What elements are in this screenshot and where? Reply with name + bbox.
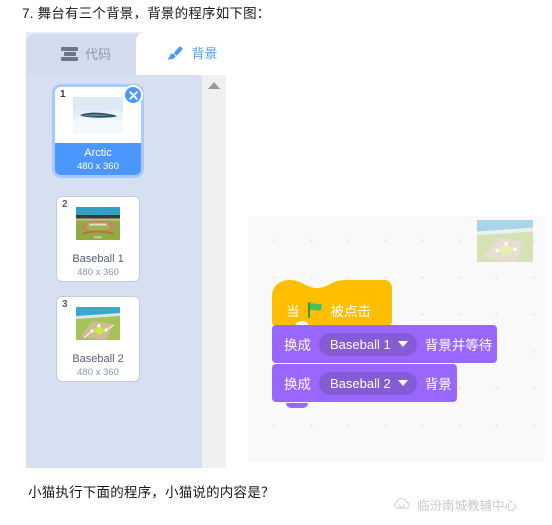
backdrop-list: 1 Arctic 480 x 360 2 Baseball 1 480 x 36… — [26, 74, 202, 468]
brand-watermark-text: 临汾南城教辅中心 — [417, 499, 518, 513]
code-canvas: 当 被点击 换成 Baseball 1 背景并等待 换成 Baseball 2 … — [248, 216, 545, 462]
baseball-2-thumbnail-icon — [76, 306, 120, 340]
tab-code[interactable]: 代码 — [26, 34, 146, 74]
scratch-backdrop-panel: 代码 背景 1 Arctic 480 x 360 2 Baseball 1 48… — [26, 32, 226, 468]
backdrop-item-baseball-1[interactable]: 2 Baseball 1 480 x 360 — [56, 196, 140, 282]
baseball-1-thumbnail-icon — [76, 206, 120, 240]
chevron-down-icon — [397, 380, 408, 386]
blocks-icon — [60, 47, 78, 61]
backdrop-dropdown-baseball-2[interactable]: Baseball 2 — [319, 371, 417, 395]
block-script[interactable]: 当 被点击 换成 Baseball 1 背景并等待 换成 Baseball 2 … — [272, 278, 497, 408]
hat-suffix-label: 被点击 — [330, 304, 372, 319]
backdrop-list-scrollbar[interactable] — [201, 75, 226, 468]
close-icon[interactable] — [123, 85, 143, 105]
chevron-down-icon — [397, 341, 408, 347]
tab-backdrops[interactable]: 背景 — [136, 32, 226, 75]
backdrop-name: Arctic — [84, 147, 112, 159]
brand-watermark: 临汾南城教辅中心 — [393, 495, 517, 514]
hat-block-label: 当 被点击 — [286, 300, 371, 320]
dropdown-value: Baseball 2 — [330, 375, 391, 391]
block-prefix-label: 换成 — [284, 377, 311, 392]
block-suffix-label: 背景 — [424, 377, 452, 392]
backdrop-size: 480 x 360 — [77, 367, 119, 378]
block-notch — [286, 403, 308, 408]
backdrop-thumbnail-wrap — [57, 297, 139, 349]
block-suffix-label: 背景并等待 — [424, 338, 493, 353]
backdrop-index: 3 — [62, 299, 68, 310]
backdrop-size: 480 x 360 — [77, 161, 119, 172]
editor-tab-bar: 代码 背景 — [26, 32, 226, 75]
block-prefix-label: 换成 — [284, 338, 311, 353]
backdrop-name: Baseball 1 — [72, 253, 124, 265]
backdrop-name: Baseball 2 — [72, 353, 124, 365]
backdrop-thumbnail-wrap — [57, 197, 139, 249]
backdrop-index: 1 — [60, 89, 66, 100]
cloud-face-logo-icon — [394, 497, 410, 509]
backdrop-item-arctic[interactable]: 1 Arctic 480 x 360 — [52, 84, 144, 178]
stage-watermark-icon — [477, 220, 533, 262]
green-flag-icon — [307, 302, 321, 318]
backdrop-index: 2 — [62, 199, 68, 210]
dropdown-value: Baseball 1 — [330, 336, 391, 352]
backdrop-size: 480 x 360 — [77, 267, 119, 278]
block-switch-backdrop[interactable]: 换成 Baseball 2 背景 — [272, 364, 457, 408]
chevron-up-icon[interactable] — [208, 82, 220, 89]
tab-backdrops-label: 背景 — [191, 46, 218, 61]
tab-code-label: 代码 — [84, 46, 111, 62]
paintbrush-icon — [166, 46, 184, 62]
block-switch-backdrop-and-wait[interactable]: 换成 Baseball 1 背景并等待 — [272, 325, 497, 369]
block-when-flag-clicked[interactable]: 当 被点击 — [272, 278, 392, 326]
backdrop-item-baseball-2[interactable]: 3 Baseball 2 480 x 360 — [56, 296, 140, 382]
backdrop-dropdown-baseball-1[interactable]: Baseball 1 — [319, 332, 417, 356]
arctic-thumbnail-icon — [73, 96, 123, 134]
hat-prefix-label: 当 — [286, 304, 300, 319]
question-prompt: 小猫执行下面的程序，小猫说的内容是？ — [28, 485, 275, 500]
question-heading: 7. 舞台有三个背景，背景的程序如下图： — [22, 6, 271, 21]
